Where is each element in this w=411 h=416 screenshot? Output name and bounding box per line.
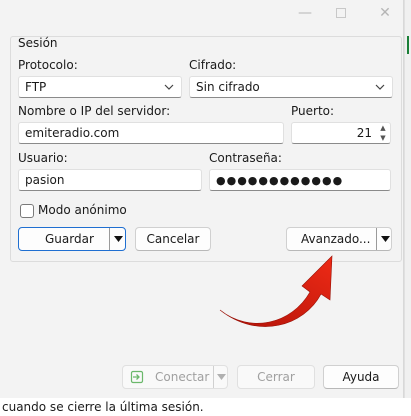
password-input[interactable]: ●●●●●●●●●●●● [209,169,391,191]
save-split-divider [109,228,110,250]
minimize-button[interactable]: — [292,2,318,24]
chevron-up-icon[interactable]: ▲ [380,124,385,132]
red-curved-arrow-icon [219,255,333,327]
help-button[interactable]: Ayuda [323,365,399,389]
cancel-button[interactable]: Cancelar [135,227,211,251]
save-button-label: Guardar [45,232,94,246]
protocol-select[interactable]: FTP [18,76,182,98]
advanced-button-label: Avanzado... [301,232,371,246]
connect-button[interactable]: Conectar [122,365,228,389]
advanced-split-divider [376,228,377,250]
footer-text: cuando se cierre la última sesión. [0,398,411,416]
port-value: 21 [356,126,372,140]
protocol-label: Protocolo: [18,58,78,72]
chevron-down-icon[interactable] [111,228,125,250]
anonymous-label[interactable]: Modo anónimo [38,203,127,217]
chevron-down-icon[interactable]: ▼ [380,134,385,142]
minimize-icon: — [298,5,312,21]
chevron-down-icon [163,81,175,93]
connect-button-label: Conectar [155,370,210,384]
password-label: Contraseña: [209,151,282,165]
encryption-select[interactable]: Sin cifrado [189,76,393,98]
port-label: Puerto: [291,104,335,118]
background-accent [407,36,409,54]
user-value: pasion [25,173,65,187]
encryption-value: Sin cifrado [196,80,260,94]
save-button[interactable]: Guardar [18,227,126,251]
anonymous-checkbox[interactable] [20,204,34,218]
chevron-down-icon[interactable] [378,228,392,250]
connect-icon [129,369,145,385]
host-input[interactable]: emiteradio.com [18,122,284,144]
background-window-edge [404,0,411,398]
site-manager-window: — ✕ Sesión Protocolo: FTP Cifrado: Sin c… [0,0,404,398]
close-button[interactable]: Cerrar [237,365,315,389]
session-group-title: Sesión [18,36,58,50]
maximize-button[interactable] [328,2,354,24]
close-icon: ✕ [379,5,391,21]
chevron-down-icon [374,81,386,93]
user-label: Usuario: [18,151,68,165]
password-value: ●●●●●●●●●●●● [216,173,344,187]
port-spin-buttons[interactable]: ▲ ▼ [378,124,388,142]
encryption-label: Cifrado: [189,58,237,72]
chevron-down-icon[interactable] [214,366,228,388]
protocol-value: FTP [25,80,47,94]
host-value: emiteradio.com [25,126,120,140]
port-stepper[interactable]: 21 ▲ ▼ [291,122,391,144]
host-label: Nombre o IP del servidor: [18,104,171,118]
close-window-button[interactable]: ✕ [372,2,398,24]
user-input[interactable]: pasion [18,169,202,191]
maximize-icon [336,8,346,18]
